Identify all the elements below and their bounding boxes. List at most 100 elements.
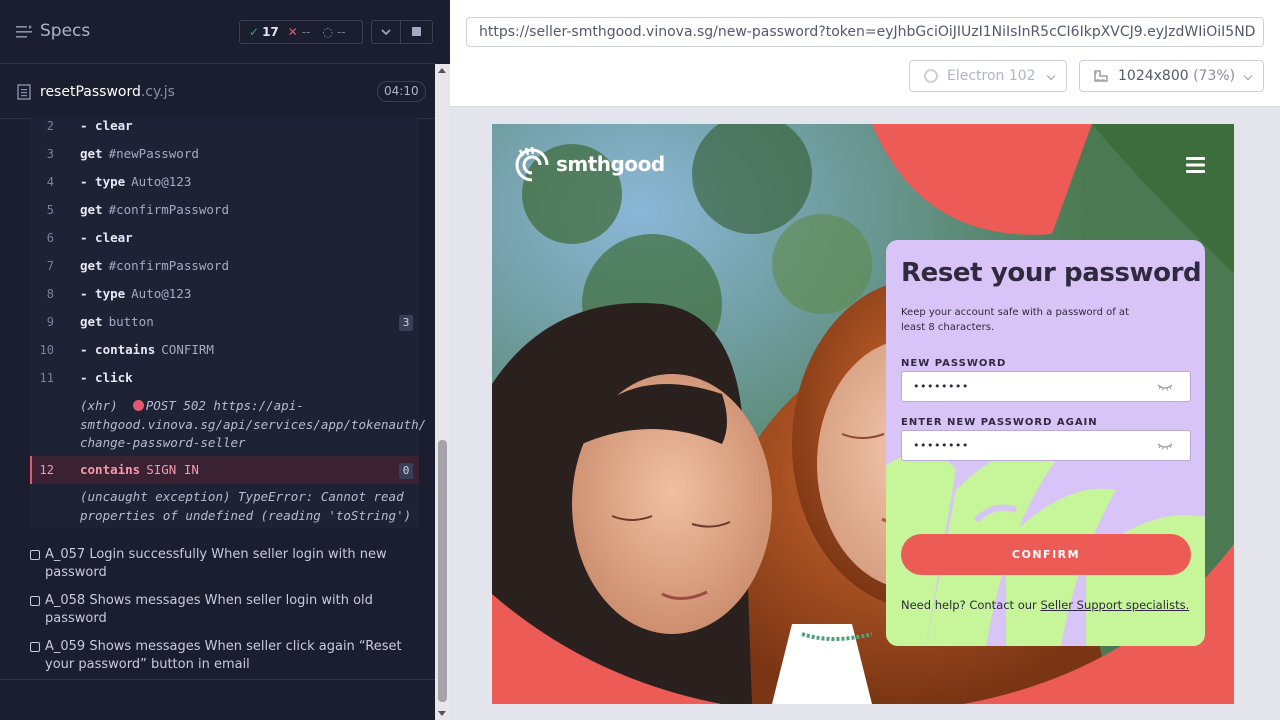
xhr-line-1: (xhr) POST 502 https://api-: [80, 397, 415, 416]
specs-title[interactable]: Specs: [40, 21, 90, 41]
spec-file-name[interactable]: resetPassword.cy.js: [40, 84, 175, 100]
failed-command-row[interactable]: 12 contains SIGN IN 0: [30, 456, 419, 484]
reset-password-card: Reset your password Keep your account sa…: [886, 240, 1205, 646]
ruler-icon: [1094, 70, 1108, 82]
divider: [0, 679, 435, 680]
seller-support-link[interactable]: Seller Support specialists.: [1040, 598, 1189, 612]
new-password-input[interactable]: ••••••••: [901, 371, 1191, 402]
collapse-dropdown-button[interactable]: [371, 20, 401, 44]
command-number: 5: [46, 203, 54, 217]
command-label: get: [80, 146, 103, 161]
help-prefix: Need help? Contact our: [901, 598, 1041, 612]
document-icon: [17, 84, 31, 100]
scroll-down-arrow-icon[interactable]: [438, 711, 446, 716]
aut-panel: https://seller-smthgood.vinova.sg/new-pa…: [450, 0, 1280, 720]
browser-select[interactable]: Electron 102: [909, 60, 1067, 92]
command-row[interactable]: 11 - click: [30, 364, 419, 392]
confirm-password-label: ENTER NEW PASSWORD AGAIN: [901, 417, 1098, 428]
confirm-password-input[interactable]: ••••••••: [901, 430, 1191, 461]
test-status-icon: [30, 596, 40, 606]
card-title: Reset your password: [901, 258, 1202, 288]
command-row[interactable]: 10 - contains CONFIRM: [30, 336, 419, 364]
electron-icon: [924, 69, 938, 83]
error-dot-icon: [132, 400, 144, 411]
command-number: 3: [46, 147, 54, 161]
test-title-line: A_058 Shows messages When seller login w…: [45, 593, 373, 608]
reporter-panel: Specs ✓ 17 ✕ -- ◌ -- resetPassword.cy.js…: [0, 0, 450, 720]
confirm-button[interactable]: CONFIRM: [901, 534, 1191, 575]
command-row[interactable]: 4 - type Auto@123: [30, 168, 419, 196]
command-number: 9: [46, 315, 54, 329]
test-title-line: password: [45, 611, 107, 626]
command-name: - type Auto@123: [80, 280, 191, 308]
command-name: - clear: [80, 224, 133, 252]
stop-button[interactable]: [401, 20, 433, 44]
command-number: 7: [46, 259, 54, 273]
command-label: - contains: [80, 342, 156, 357]
scroll-up-arrow-icon[interactable]: [438, 68, 446, 73]
command-number: 2: [46, 119, 54, 133]
command-label: - type: [80, 286, 126, 301]
command-label: get: [80, 202, 103, 217]
aut-toolbar: https://seller-smthgood.vinova.sg/new-pa…: [450, 0, 1280, 107]
viewport-select[interactable]: 1024x800 (73%): [1079, 60, 1264, 92]
pending-icon: ◌: [322, 25, 333, 39]
chevron-down-icon: [1243, 71, 1253, 81]
command-name: contains SIGN IN: [80, 456, 199, 484]
test-status-icon: [30, 642, 40, 652]
x-icon: ✕: [287, 25, 298, 39]
scrollbar-thumb[interactable]: [438, 440, 447, 702]
element-count-badge: 3: [399, 315, 413, 331]
brand-logo[interactable]: smthgood: [514, 146, 665, 182]
stop-icon: [412, 27, 421, 36]
eye-closed-icon[interactable]: [1157, 383, 1173, 391]
test-title: A_057 Login successfully When seller log…: [45, 546, 405, 582]
help-text: Need help? Contact our Seller Support sp…: [901, 598, 1189, 612]
chevron-down-icon: [1046, 71, 1056, 81]
command-arg: #newPassword: [108, 146, 199, 161]
chevron-down-icon: [381, 29, 391, 36]
command-name: get button: [80, 308, 154, 336]
command-name: get #confirmPassword: [80, 252, 229, 280]
command-arg: button: [108, 314, 154, 329]
xhr-log-entry[interactable]: (xhr) POST 502 https://api- smthgood.vin…: [80, 397, 426, 453]
test-status-icon: [30, 550, 40, 560]
command-row[interactable]: 8 - type Auto@123: [30, 280, 419, 308]
command-label: - clear: [80, 230, 133, 245]
command-row[interactable]: 3 get #newPassword: [30, 140, 419, 168]
new-password-value: ••••••••: [913, 380, 969, 393]
url-bar[interactable]: https://seller-smthgood.vinova.sg/new-pa…: [466, 17, 1264, 47]
command-row[interactable]: 9 get button 3: [30, 308, 419, 336]
hamburger-menu-icon[interactable]: [1186, 157, 1205, 173]
command-label: - type: [80, 174, 126, 189]
test-title-line: your password” button in email: [45, 657, 250, 672]
test-stats: ✓ 17 ✕ -- ◌ --: [239, 20, 363, 44]
command-row[interactable]: 5 get #confirmPassword: [30, 196, 419, 224]
command-row[interactable]: 7 get #confirmPassword: [30, 252, 419, 280]
command-arg: SIGN IN: [146, 462, 199, 477]
command-label: contains: [80, 462, 141, 477]
specs-list-icon[interactable]: [16, 25, 32, 39]
reporter-scrollbar[interactable]: [435, 64, 450, 720]
command-name: get #newPassword: [80, 140, 199, 168]
xhr-request: POST 502 https://api-: [145, 398, 304, 413]
xhr-prefix: (xhr): [80, 398, 118, 413]
test-title: A_059 Shows messages When seller click a…: [45, 638, 405, 674]
command-number: 6: [46, 231, 54, 245]
spec-file-header: resetPassword.cy.js 04:10: [0, 65, 435, 119]
spec-duration-badge: 04:10: [377, 81, 426, 102]
command-row[interactable]: 2 - clear: [30, 112, 419, 140]
command-number: 4: [46, 175, 54, 189]
spec-file-basename: resetPassword: [40, 84, 141, 100]
xhr-line-3: change-password-seller: [80, 435, 246, 450]
error-message[interactable]: (uncaught exception) TypeError: Cannot r…: [80, 488, 415, 525]
command-number: 8: [46, 287, 54, 301]
eye-closed-icon[interactable]: [1157, 442, 1173, 450]
passed-count: 17: [262, 25, 279, 39]
command-number: 11: [39, 371, 54, 385]
command-row[interactable]: 6 - clear: [30, 224, 419, 252]
command-label: get: [80, 314, 103, 329]
command-arg: Auto@123: [131, 174, 192, 189]
command-number: 12: [39, 463, 54, 477]
app-under-test: smthgood Reset your password Keep your a…: [492, 124, 1234, 704]
